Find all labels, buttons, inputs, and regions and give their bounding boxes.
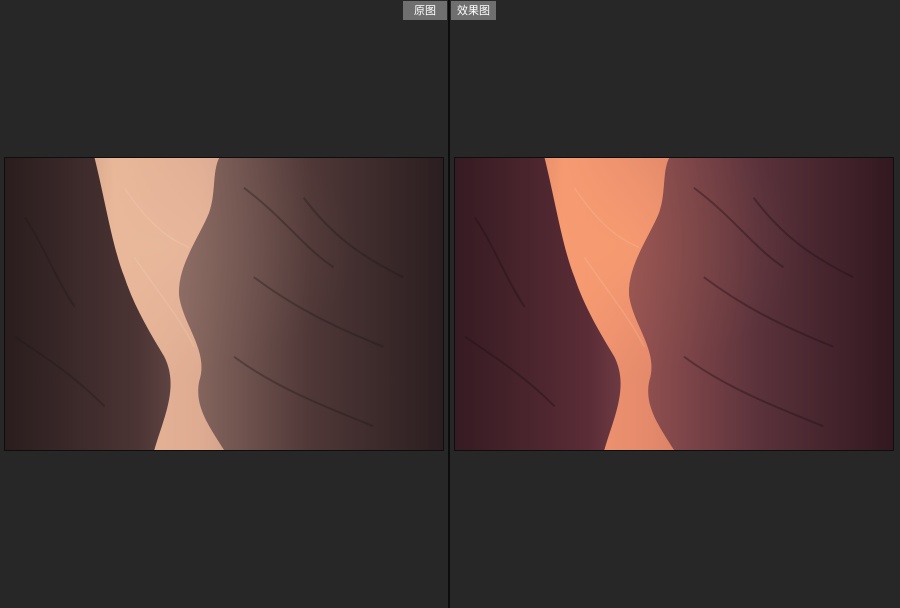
comparison-view: 原图 效果图 [0, 0, 900, 608]
canyon-rock-photo-edited [455, 158, 893, 450]
canyon-rock-photo [5, 158, 443, 450]
tab-result[interactable]: 效果图 [451, 1, 496, 20]
original-image [4, 157, 444, 451]
result-image [454, 157, 894, 451]
split-divider[interactable] [448, 0, 450, 608]
tab-original[interactable]: 原图 [403, 1, 447, 20]
